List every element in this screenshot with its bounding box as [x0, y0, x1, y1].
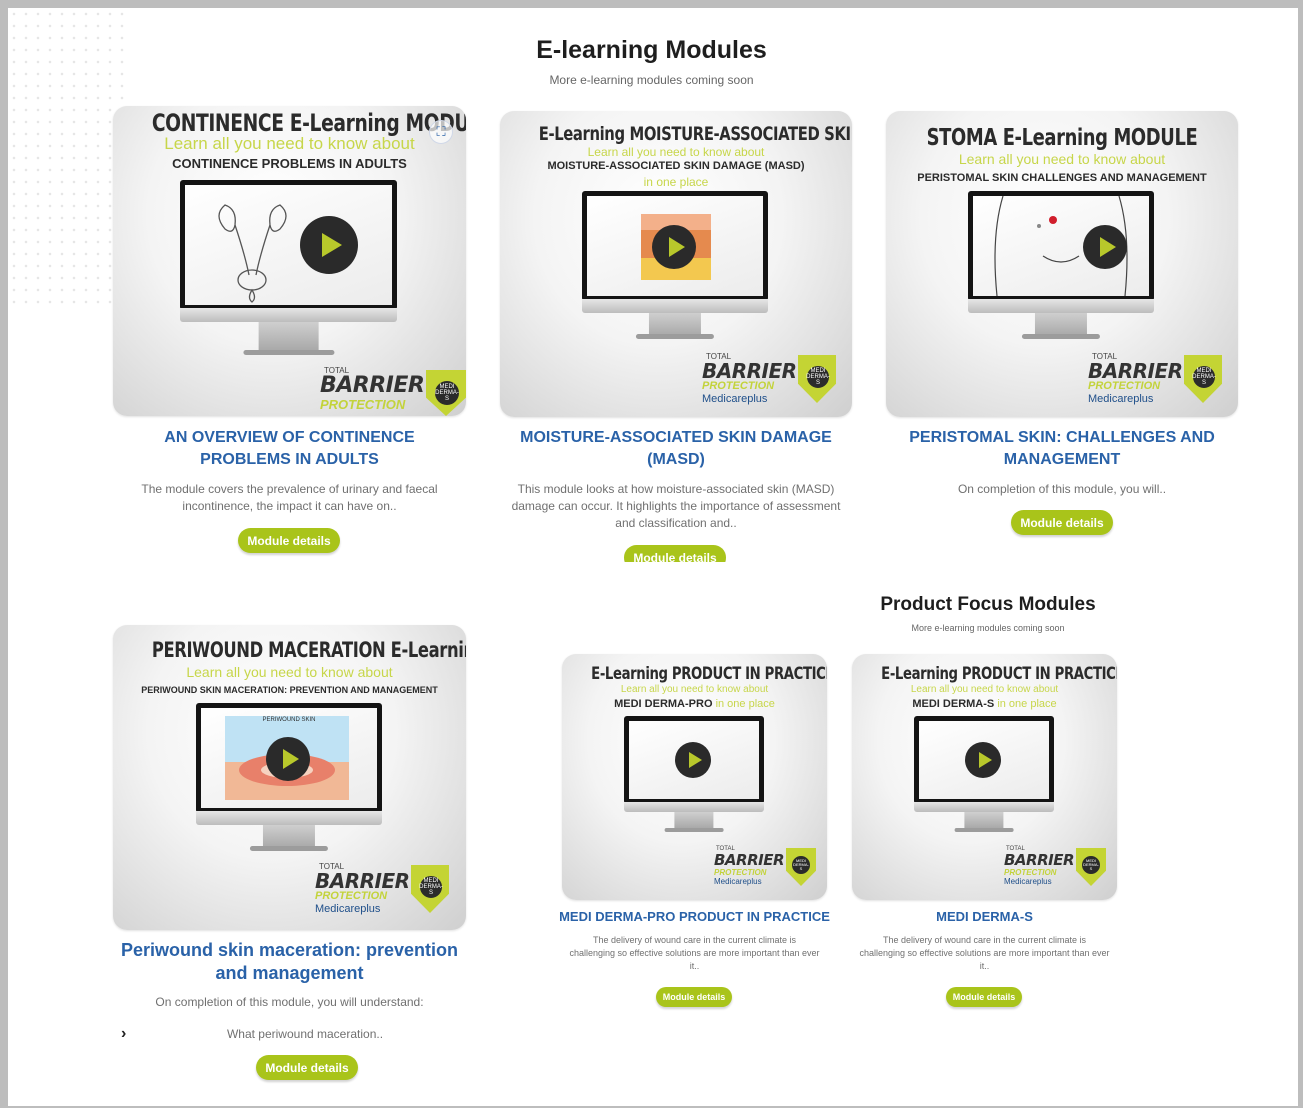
product-section-title: Product Focus Modules — [880, 594, 1096, 615]
monitor-illustration — [968, 191, 1154, 341]
screen-label: PERIWOUND SKIN — [262, 717, 316, 723]
module-description-bullet: What periwound maceration.. — [226, 1027, 384, 1041]
total-barrier-protection-logo: TOTAL BARRIER PROTECTION MEDI DERMA-S — [318, 364, 466, 416]
thumbnail-title: E-Learning MOISTURE-ASSOCIATED SKIN DAMA… — [538, 123, 852, 145]
play-icon[interactable] — [300, 216, 358, 274]
thumbnail-tagline: Learn all you need to know about — [620, 684, 769, 695]
thumbnail-tagline: Learn all you need to know about — [910, 684, 1059, 695]
thumbnail-tagline: Learn all you need to know about — [587, 145, 765, 159]
module-title[interactable]: PERISTOMAL SKIN: CHALLENGES AND MANAGEME… — [886, 427, 1238, 471]
thumbnail-subject: PERIWOUND SKIN MACERATION: PREVENTION AN… — [141, 685, 438, 695]
module-thumbnail[interactable]: E-Learning PRODUCT IN PRACTICE MODULE Le… — [852, 654, 1117, 900]
section-title: E-learning Modules — [536, 36, 767, 64]
module-title[interactable]: MEDI DERMA-S — [842, 909, 1127, 925]
module-title[interactable]: Periwound skin maceration: prevention an… — [113, 939, 466, 985]
section-subtitle: More e-learning modules coming soon — [549, 73, 754, 87]
module-thumbnail[interactable]: STOMA E-Learning MODULE Learn all you ne… — [886, 111, 1238, 417]
module-details-button[interactable]: Module details — [256, 1055, 358, 1080]
module-description: The delivery of wound care in the curren… — [859, 935, 1110, 971]
module-thumbnail[interactable]: E-Learning PRODUCT IN PRACTICE MODULE Le… — [562, 654, 827, 900]
total-barrier-protection-logo: TOTAL BARRIER PROTECTION Medicareplus ME… — [1086, 351, 1226, 409]
thumbnail-subject: CONTINENCE PROBLEMS IN ADULTS — [172, 156, 407, 171]
play-icon[interactable] — [965, 742, 1001, 778]
module-details-button[interactable]: Module details — [946, 987, 1022, 1007]
thumbnail-tagline: Learn all you need to know about — [186, 664, 393, 680]
monitor-illustration — [624, 716, 764, 834]
product-section-subtitle: More e-learning modules coming soon — [911, 623, 1065, 633]
monitor-illustration — [180, 180, 397, 360]
total-barrier-protection-logo: TOTAL BARRIER PROTECTION Medicareplus ME… — [1002, 846, 1112, 892]
module-details-button[interactable]: Module details — [624, 545, 726, 562]
module-title[interactable]: MOISTURE-ASSOCIATED SKIN DAMAGE (MASD) — [497, 427, 855, 471]
thumbnail-tagline: Learn all you need to know about — [958, 151, 1166, 167]
thumbnail-title: STOMA E-Learning MODULE — [926, 125, 1198, 151]
monitor-illustration — [914, 716, 1054, 834]
play-icon[interactable] — [266, 737, 310, 781]
play-icon[interactable] — [652, 225, 696, 269]
module-details-clip: Module details — [624, 545, 726, 562]
kidney-illustration — [218, 204, 287, 303]
module-description: The module covers the prevalence of urin… — [141, 482, 438, 513]
module-details-button[interactable]: Module details — [656, 987, 732, 1007]
chevron-right-icon: › — [121, 1025, 127, 1042]
thumbnail-subject: PERISTOMAL SKIN CHALLENGES AND MANAGEMEN… — [917, 172, 1207, 184]
module-description: This module looks at how moisture-associ… — [511, 482, 841, 530]
total-barrier-protection-logo: TOTAL BARRIER PROTECTION Medicareplus ME… — [700, 351, 840, 409]
thumbnail-subject-line: MEDI DERMA-PRO in one place — [614, 698, 775, 710]
module-description: On completion of this module, you will u… — [155, 995, 424, 1009]
module-title[interactable]: AN OVERVIEW OF CONTINENCE PROBLEMS IN AD… — [113, 427, 466, 471]
thumbnail-tagline: Learn all you need to know about — [164, 134, 415, 153]
module-description: The delivery of wound care in the curren… — [569, 935, 820, 971]
module-details-button[interactable]: Module details — [238, 528, 340, 553]
thumbnail-subject-line: MEDI DERMA-S in one place — [912, 698, 1057, 710]
play-icon[interactable] — [1083, 225, 1127, 269]
thumbnail-subject: MOISTURE-ASSOCIATED SKIN DAMAGE (MASD) — [547, 160, 805, 172]
module-thumbnail[interactable]: CONTINENCE E-Learning MODULE Learn all y… — [113, 106, 466, 416]
thumbnail-title: E-Learning PRODUCT IN PRACTICE MODULE — [881, 664, 1117, 684]
module-details-button[interactable]: Module details — [1011, 510, 1113, 535]
module-thumbnail[interactable]: E-Learning MOISTURE-ASSOCIATED SKIN DAMA… — [500, 111, 852, 417]
play-icon[interactable] — [675, 742, 711, 778]
monitor-illustration: PERIWOUND SKIN — [196, 703, 382, 863]
thumbnail-title: CONTINENCE E-Learning MODULE — [151, 109, 466, 137]
module-title[interactable]: MEDI DERMA-PRO PRODUCT IN PRACTICE — [552, 909, 837, 925]
thumbnail-title: E-Learning PRODUCT IN PRACTICE MODULE — [591, 664, 827, 684]
module-description: On completion of this module, you will.. — [957, 482, 1167, 496]
thumbnail-title: PERIWOUND MACERATION E-Learning MODULE — [151, 638, 466, 662]
total-barrier-protection-logo: TOTAL BARRIER PROTECTION Medicareplus ME… — [313, 861, 453, 919]
monitor-illustration — [582, 191, 768, 341]
expand-icon[interactable]: ⛶ — [429, 120, 453, 144]
total-barrier-protection-logo: TOTAL BARRIER PROTECTION Medicareplus ME… — [712, 846, 822, 892]
module-thumbnail[interactable]: PERIWOUND MACERATION E-Learning MODULE L… — [113, 625, 466, 930]
thumbnail-tagline-2: in one place — [643, 175, 709, 189]
